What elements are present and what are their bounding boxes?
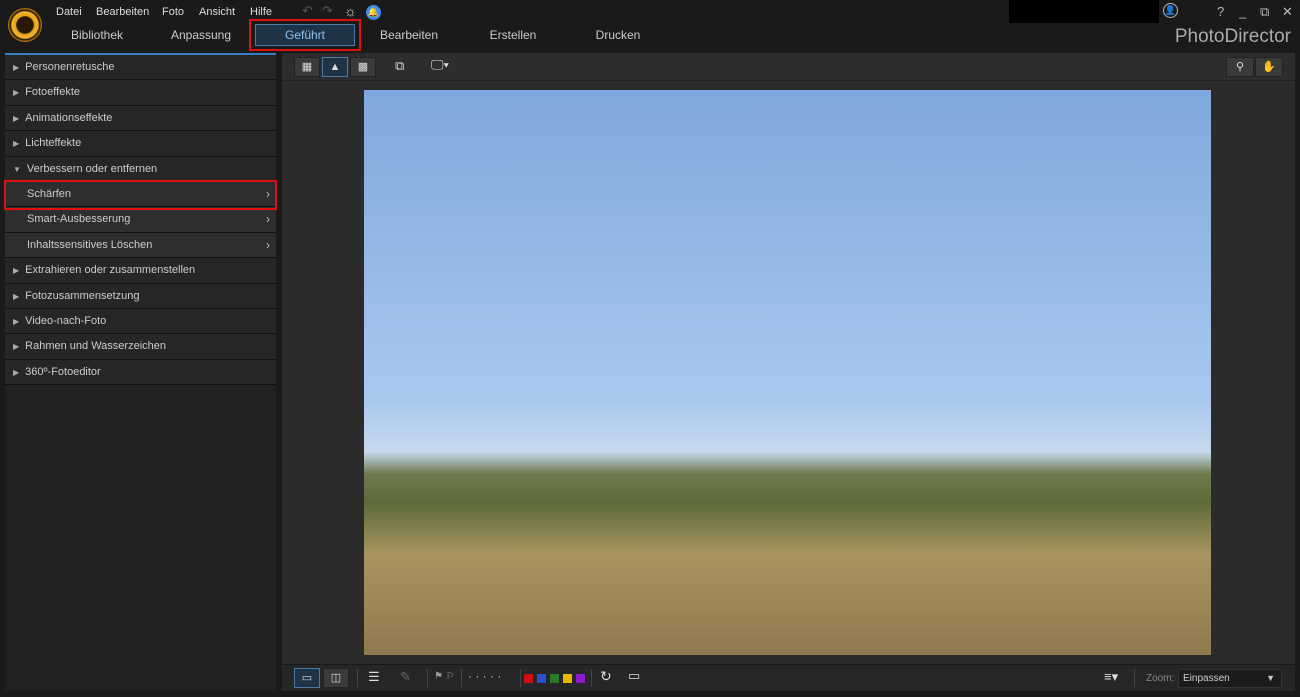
sort-menu-icon[interactable]: ≡▾ — [1104, 669, 1118, 685]
compare-icon[interactable]: ⧉ — [395, 58, 404, 74]
collapsed-triangle-icon: ▶ — [13, 291, 20, 301]
redo-icon[interactable]: ↷ — [322, 3, 333, 19]
collapsed-triangle-icon: ▶ — [13, 316, 20, 326]
account-icon[interactable]: 👤 — [1163, 3, 1178, 18]
hand-tool-icon[interactable]: ✋ — [1255, 57, 1283, 77]
expanded-triangle-icon: ▼ — [13, 164, 21, 174]
notification-bell-icon[interactable]: 🔔 — [366, 5, 381, 20]
menu-hilfe[interactable]: Hilfe — [250, 6, 272, 18]
sidebar-item[interactable]: Inhaltssensitives Löschen › — [5, 232, 276, 259]
view-toolbar: ▦ ▲ ▩ ⧉ 🖵▾ ⚲ ✋ — [282, 53, 1295, 81]
brand-name: PhotoDirector — [1174, 26, 1291, 47]
close-icon[interactable]: ✕ — [1282, 4, 1293, 20]
collapsed-triangle-icon: ▶ — [13, 113, 20, 123]
zoom-label: Zoom: — [1146, 673, 1175, 684]
tab-drucken[interactable]: Drucken — [573, 28, 663, 42]
flag-icons[interactable]: ⚑ ⚐ — [434, 671, 455, 682]
collapsed-triangle-icon: ▶ — [13, 139, 20, 149]
rotate-icon[interactable]: ↻ — [600, 668, 612, 685]
highlight-box — [249, 19, 361, 51]
sidebar-item-label: Lichteffekte — [25, 137, 82, 150]
collapsed-triangle-icon: ▶ — [13, 63, 20, 72]
view-grid-icon[interactable]: ▩ — [350, 57, 376, 77]
sidebar-item[interactable]: ▶ Personenretusche — [5, 55, 276, 81]
sidebar-item-label: Video-nach-Foto — [25, 314, 107, 327]
sidebar-item[interactable]: ▶ 360º-Fotoeditor — [5, 359, 276, 386]
color-label-swatch[interactable] — [563, 674, 572, 683]
sidebar-item-label: Fotoeffekte — [25, 86, 80, 99]
restore-icon[interactable]: ⧉ — [1260, 4, 1269, 20]
sidebar-item[interactable]: ▶ Fotozusammensetzung — [5, 283, 276, 309]
chevron-right-icon: › — [266, 212, 270, 227]
sidebar-item[interactable]: ▶ Rahmen und Wasserzeichen — [5, 334, 276, 360]
menu-ansicht[interactable]: Ansicht — [199, 6, 235, 18]
sidebar-item-label: 360º-Fotoeditor — [25, 365, 101, 378]
undo-icon[interactable]: ↶ — [302, 3, 313, 19]
sidebar-item-label: Smart-Ausbesserung — [27, 213, 131, 226]
collapsed-triangle-icon: ▶ — [13, 367, 20, 377]
split-view-icon[interactable]: ◫ — [323, 668, 349, 688]
menu-foto[interactable]: Foto — [162, 6, 184, 18]
zoom-value: Einpassen — [1183, 673, 1230, 684]
color-label-swatch[interactable] — [550, 674, 559, 683]
settings-icon[interactable]: ☼ — [344, 3, 357, 19]
sidebar-item-label: Fotozusammensetzung — [25, 289, 140, 302]
sidebar-item[interactable]: ▼ Verbessern oder entfernen — [5, 156, 276, 182]
sidebar-item[interactable]: ▶ Video-nach-Foto — [5, 308, 276, 335]
menu-bearbeiten[interactable]: Bearbeiten — [96, 6, 149, 18]
sidebar-item-label: Personenretusche — [25, 61, 115, 73]
single-view-icon[interactable]: ▭ — [294, 668, 320, 688]
rating-stars[interactable]: · · · · · — [468, 669, 501, 683]
sidebar-item-label: Verbessern oder entfernen — [26, 162, 158, 175]
zoom-tool-icon[interactable]: ⚲ — [1226, 57, 1254, 77]
collapsed-triangle-icon: ▶ — [13, 266, 20, 276]
title-area — [1009, 0, 1159, 23]
chevron-right-icon: › — [266, 237, 270, 252]
photo-preview — [364, 90, 1211, 655]
sidebar-item-label: Rahmen und Wasserzeichen — [25, 340, 166, 353]
zoom-select[interactable]: Einpassen ▼ — [1178, 669, 1282, 688]
sidebar-item[interactable]: ▶ Lichteffekte — [5, 131, 276, 157]
sidebar-item[interactable]: ▶ Fotoeffekte — [5, 80, 276, 106]
collapsed-triangle-icon: ▶ — [13, 342, 20, 352]
sidebar-item[interactable]: ▶ Extrahieren oder zusammenstellen — [5, 258, 276, 284]
view-single-icon[interactable]: ▲ — [322, 57, 348, 77]
sidebar-item[interactable]: ▶ Animationseffekte — [5, 105, 276, 132]
sidebar-item[interactable]: Smart-Ausbesserung › — [5, 207, 276, 233]
app-logo — [8, 8, 42, 42]
collapsed-triangle-icon: ▶ — [13, 88, 20, 98]
chevron-down-icon: ▼ — [1266, 673, 1275, 683]
tab-anpassung[interactable]: Anpassung — [156, 28, 246, 42]
brush-icon: ✎ — [400, 669, 411, 684]
sidebar-item-label: Inhaltssensitives Löschen — [27, 238, 153, 251]
tab-erstellen[interactable]: Erstellen — [468, 28, 558, 42]
tab-bibliothek[interactable]: Bibliothek — [52, 28, 142, 42]
sidebar-item-label: Animationseffekte — [25, 111, 113, 124]
help-icon[interactable]: ? — [1217, 4, 1224, 19]
sidebar-item-label: Extrahieren oder zusammenstellen — [25, 264, 196, 277]
monitor-icon[interactable]: 🖵▾ — [431, 57, 449, 73]
color-label-swatch[interactable] — [524, 674, 533, 683]
highlight-box — [4, 180, 277, 210]
minimize-icon[interactable]: _ — [1239, 4, 1246, 19]
view-browser-icon[interactable]: ▦ — [294, 57, 320, 77]
bottom-toolbar: ▭ ◫ ☰ ✎ ⚑ ⚐ · · · · · ↻ ▭ ≡▾ Zoom: Einpa… — [282, 664, 1295, 691]
guided-sidebar: ▶ Personenretusche ▶ Fotoeffekte ▶ Animations… — [5, 53, 276, 691]
color-label-swatch[interactable] — [537, 674, 546, 683]
color-label-swatch[interactable] — [576, 674, 585, 683]
warning-overlay-icon[interactable]: ▭ — [628, 668, 640, 684]
menu-datei[interactable]: Datei — [56, 6, 82, 18]
history-icon[interactable]: ☰ — [368, 669, 380, 685]
tab-bearbeiten[interactable]: Bearbeiten — [364, 28, 454, 42]
